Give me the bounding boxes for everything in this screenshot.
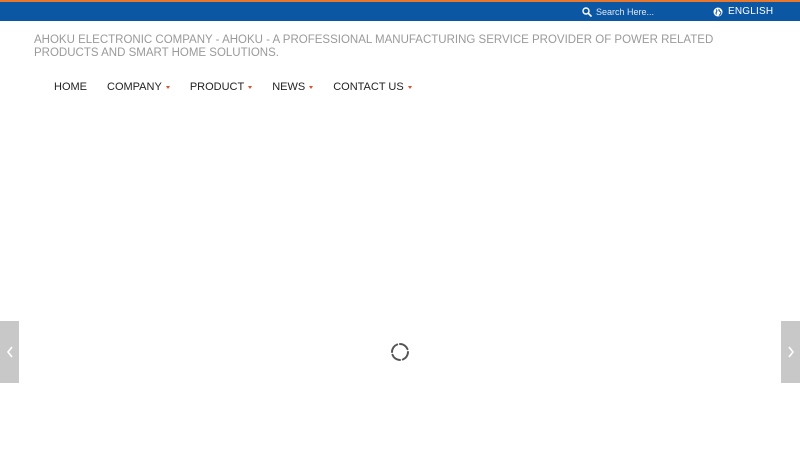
- chevron-right-icon: [787, 346, 794, 358]
- chevron-left-icon: [6, 346, 13, 358]
- nav-item-news[interactable]: NEWS: [272, 81, 314, 93]
- slider-next-button[interactable]: [781, 321, 800, 383]
- nav-item-label: PRODUCT: [189, 81, 245, 93]
- language-label: ENGLISH: [728, 6, 774, 17]
- caret-down-icon: [165, 86, 170, 89]
- nav-item-label: CONTACT US: [333, 81, 404, 93]
- nav-item-home[interactable]: HOME: [54, 81, 87, 93]
- nav-item-label: NEWS: [272, 81, 306, 93]
- nav-item-label: COMPANY: [107, 81, 162, 93]
- nav-item-label: HOME: [54, 81, 87, 93]
- search-input[interactable]: [596, 4, 696, 19]
- search-icon[interactable]: [582, 6, 592, 17]
- top-bar: ENGLISH: [0, 2, 800, 21]
- slider-prev-button[interactable]: [0, 321, 19, 383]
- nav-item-contact-us[interactable]: CONTACT US: [333, 81, 412, 93]
- language-selector[interactable]: ENGLISH: [713, 4, 773, 19]
- caret-down-icon: [407, 86, 412, 89]
- nav-item-product[interactable]: PRODUCT: [189, 81, 253, 93]
- caret-down-icon: [309, 86, 314, 89]
- search-box[interactable]: [580, 4, 700, 19]
- main-nav: HOME COMPANY PRODUCT NEWS CONTACT US: [54, 80, 432, 94]
- nav-item-company[interactable]: COMPANY: [107, 81, 170, 93]
- site-tagline: AHOKU ELECTRONIC COMPANY - AHOKU - A PRO…: [34, 34, 714, 59]
- spinner-icon: [390, 342, 410, 362]
- globe-icon: [713, 7, 723, 16]
- caret-down-icon: [248, 86, 253, 89]
